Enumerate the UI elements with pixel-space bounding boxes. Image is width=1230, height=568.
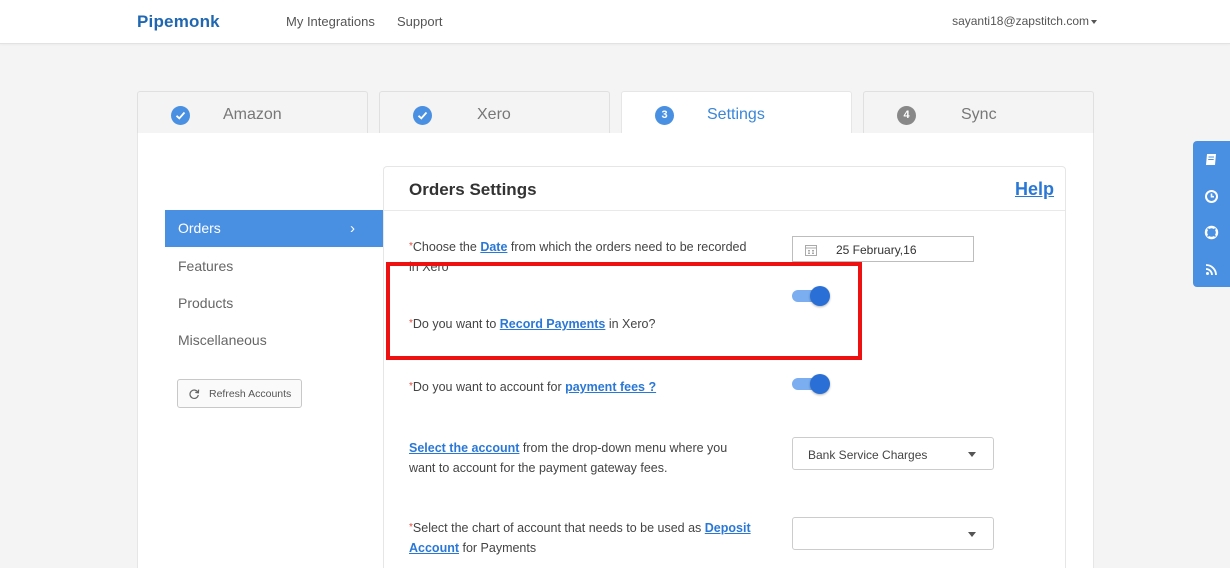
question-text: Select the chart of account that needs t… [412, 521, 705, 535]
check-circle-icon [413, 106, 432, 125]
top-navbar: Pipemonk My Integrations Support sayanti… [0, 0, 1230, 44]
order-start-date-field[interactable]: 25 February,16 [792, 236, 974, 262]
clock-icon[interactable] [1204, 189, 1219, 204]
sidebar-item-label: Features [178, 258, 234, 274]
nav-my-integrations[interactable]: My Integrations [286, 14, 375, 29]
step-label: Settings [707, 106, 765, 123]
step-tab-xero[interactable]: Xero [379, 91, 610, 133]
toggle-knob [810, 374, 830, 394]
sidebar-item-miscellaneous[interactable]: Miscellaneous [165, 322, 383, 359]
select-account-link[interactable]: Select the account [409, 441, 519, 455]
dropdown-arrow-icon [968, 452, 976, 457]
user-email: sayanti18@zapstitch.com [952, 14, 1089, 28]
lifebuoy-icon[interactable] [1204, 225, 1219, 240]
date-value: 25 February,16 [836, 243, 917, 257]
select-value: Bank Service Charges [808, 448, 928, 462]
payment-fees-link[interactable]: payment fees ? [565, 380, 656, 394]
sidebar-item-products[interactable]: Products [165, 285, 383, 322]
right-floating-toolbar [1193, 141, 1230, 287]
sidebar-item-features[interactable]: Features [165, 248, 383, 285]
deposit-account-question: *Select the chart of account that needs … [409, 518, 754, 558]
payment-fees-question: *Do you want to account for payment fees… [409, 377, 754, 397]
step-label: Amazon [223, 106, 282, 123]
brand-logo[interactable]: Pipemonk [137, 12, 220, 32]
orders-settings-card [383, 166, 1066, 568]
payment-fees-toggle[interactable] [792, 374, 830, 394]
book-icon[interactable] [1204, 152, 1219, 167]
refresh-accounts-label: Refresh Accounts [209, 388, 292, 400]
sidebar-item-label: Orders [178, 220, 221, 236]
step-tab-settings[interactable]: 3 Settings [621, 91, 852, 135]
fees-account-select[interactable]: Bank Service Charges [792, 437, 994, 470]
user-menu[interactable]: sayanti18@zapstitch.com [952, 14, 1097, 28]
help-link[interactable]: Help [1015, 179, 1054, 200]
step-tab-sync[interactable]: 4 Sync [863, 91, 1094, 133]
fees-account-question: Select the account from the drop-down me… [409, 438, 754, 478]
divider [384, 210, 1065, 211]
step-number-badge: 4 [897, 106, 916, 125]
step-label: Xero [477, 106, 511, 123]
chevron-right-icon: › [350, 220, 355, 237]
question-text: for Payments [459, 541, 537, 555]
check-circle-icon [171, 106, 190, 125]
date-link[interactable]: Date [480, 240, 507, 254]
step-number-badge: 3 [655, 106, 674, 125]
deposit-account-select[interactable] [792, 517, 994, 550]
question-text: Do you want to account for [412, 380, 566, 394]
caret-down-icon [1091, 19, 1097, 24]
step-tab-amazon[interactable]: Amazon [137, 91, 368, 133]
highlight-annotation-box [386, 262, 862, 360]
calendar-icon [805, 245, 817, 256]
question-text: Choose the [412, 240, 481, 254]
refresh-accounts-button[interactable]: Refresh Accounts [177, 379, 302, 408]
sidebar-item-label: Products [178, 295, 234, 311]
card-title: Orders Settings [409, 180, 537, 199]
dropdown-arrow-icon [968, 532, 976, 537]
sidebar-item-label: Miscellaneous [178, 332, 267, 348]
nav-support[interactable]: Support [397, 14, 443, 29]
step-label: Sync [961, 106, 997, 123]
refresh-icon [189, 389, 200, 399]
rss-icon[interactable] [1204, 262, 1219, 277]
sidebar-item-orders[interactable]: Orders › [165, 210, 383, 247]
